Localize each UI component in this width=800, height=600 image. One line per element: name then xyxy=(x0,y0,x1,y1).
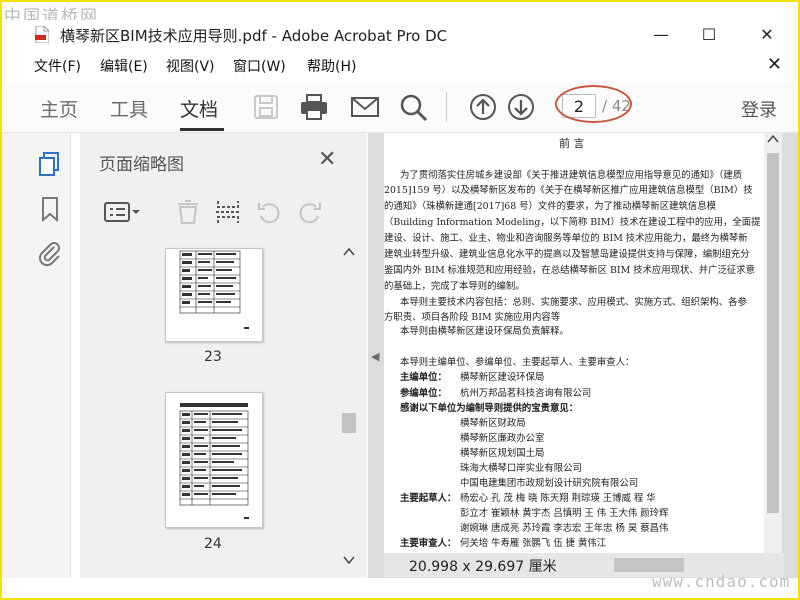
document-scrollbar[interactable] xyxy=(764,133,782,553)
rotate-counterclockwise-icon[interactable] xyxy=(255,199,283,225)
paragraph-line: 建设、设计、施工、业主、物业和咨询服务等单位的 BIM 技术应用能力，最终为横琴… xyxy=(384,233,748,244)
panel-title: 页面缩略图 xyxy=(99,155,184,175)
units-intro: 本导则主编单位、参编单位、主要起草人、主要审查人： xyxy=(400,357,635,368)
paragraph-line: 建筑业转型升级、建筑业信息化水平的提高以及智慧岛建设提供支持与保障，编制组充分 xyxy=(384,249,750,260)
close-panel-button[interactable]: ✕ xyxy=(318,147,336,172)
paragraph-line: 2015]159 号）以及横琴新区发布的《关于在横琴新区推广应用建筑信息模型（B… xyxy=(384,185,753,196)
tab-tools[interactable]: 工具 xyxy=(110,95,148,122)
chief-unit-label: 主编单位： xyxy=(400,372,447,383)
options-menu-icon[interactable] xyxy=(103,199,141,225)
page-thumbnails-icon[interactable] xyxy=(38,151,62,177)
active-tab-indicator xyxy=(180,128,224,131)
extract-page-icon[interactable] xyxy=(214,199,242,225)
document-view: 前 言 为了贯彻落实住房城乡建设部《关于推进建筑信息模型应用指导意见的通知》（建… xyxy=(368,133,798,578)
tab-document[interactable]: 文档 xyxy=(180,95,218,122)
save-icon[interactable] xyxy=(250,92,282,122)
email-icon[interactable] xyxy=(349,92,381,122)
close-document-button[interactable]: ✕ xyxy=(767,54,782,75)
rotate-clockwise-icon[interactable] xyxy=(296,199,324,225)
window-title: 横琴新区BIM技术应用导则.pdf - Adobe Acrobat Pro DC xyxy=(60,27,448,45)
paragraph-line: 的基础上，完成了本导则的编制。 xyxy=(384,281,525,292)
menu-window[interactable]: 窗口(W) xyxy=(233,56,286,76)
previous-page-icon[interactable] xyxy=(467,92,499,122)
pdf-file-icon xyxy=(35,26,49,43)
page-thumbnails-panel: 页面缩略图 ✕ 23 24 xyxy=(80,133,367,578)
watermark-bottom: www.cndao.com xyxy=(652,572,791,591)
minimize-button[interactable]: — xyxy=(638,22,684,46)
drafters-row: 杨宏心 孔 茂 梅 晓 陈天翔 荆琮瑛 王博威 程 华 xyxy=(460,493,656,504)
menu-bar: 文件(F) 编辑(E) 视图(V) 窗口(W) 帮助(H) ✕ xyxy=(2,52,798,78)
paragraph-line: （Building Information Modeling，以下简称 BIM）… xyxy=(384,217,761,228)
paragraph-line: 鉴国内外 BIM 标准规范和应用经验，在总结横琴新区 BIM 技术应用现状、并广… xyxy=(384,265,756,276)
thumbnail-page-content xyxy=(179,250,249,329)
thanks-unit: 珠海大横琴口岸实业有限公司 xyxy=(460,463,582,474)
menu-file[interactable]: 文件(F) xyxy=(34,56,81,76)
drafters-label: 主要起草人： xyxy=(400,493,457,504)
login-button[interactable]: 登录 xyxy=(741,96,777,122)
co-unit-label: 参编单位： xyxy=(400,388,447,399)
main-toolbar: 主页 工具 文档 2 / 42 登录 xyxy=(2,82,798,133)
page-thumbnail-24[interactable] xyxy=(165,392,263,528)
search-icon[interactable] xyxy=(398,92,430,122)
co-unit: 杭州万邦品茗科技咨询有限公司 xyxy=(460,388,592,399)
thanks-unit: 横琴新区规划国土局 xyxy=(460,448,545,459)
paragraph-line: 方职责、项目各阶段 BIM 实施应用内容等 xyxy=(384,312,561,323)
thanks-unit: 横琴新区廉政办公室 xyxy=(460,433,545,444)
panel-toolbar xyxy=(99,197,354,235)
maximize-button[interactable]: ☐ xyxy=(686,22,732,46)
paragraph-line: 本导则主要技术内容包括：总则、实施要求、应用模式、实施方式、组织架构、各参 xyxy=(400,297,747,308)
document-page: 前 言 为了贯彻落实住房城乡建设部《关于推进建筑信息模型应用指导意见的通知》（建… xyxy=(384,133,764,553)
reviewers-label: 主要审查人： xyxy=(400,538,457,549)
drafters-row: 彭立才 崔颖林 黄宇杰 吕慎明 王 伟 王大伟 颜玲辉 xyxy=(460,508,669,519)
tab-home[interactable]: 主页 xyxy=(40,95,78,122)
close-window-button[interactable]: ✕ xyxy=(744,22,790,46)
drafters-row: 谢婉琳 唐成亮 苏玲霞 李志宏 王年忠 杨 昊 蔡昌伟 xyxy=(460,523,669,534)
paragraph-line: 的通知》（珠横新建通[2017]68 号）文件的要求，为了推动横琴新区建筑信息模 xyxy=(384,201,717,212)
delete-page-icon[interactable] xyxy=(174,199,202,225)
thumbnail-page-label: 24 xyxy=(204,536,222,552)
thumbnail-page-label: 23 xyxy=(204,349,222,365)
chief-unit: 横琴新区建设环保局 xyxy=(460,372,545,383)
print-icon[interactable] xyxy=(298,92,330,122)
thumbnail-page-content xyxy=(179,403,249,519)
attachment-icon[interactable] xyxy=(38,241,62,267)
thanks-unit: 中国电建集团市政规划设计研究院有限公司 xyxy=(460,478,639,489)
page-heading: 前 言 xyxy=(559,137,585,150)
bookmark-icon[interactable] xyxy=(38,196,62,222)
menu-view[interactable]: 视图(V) xyxy=(166,56,215,76)
annotation-ellipse xyxy=(555,85,632,123)
thumbnail-scrollbar[interactable] xyxy=(338,245,360,575)
previous-page-arrow-icon[interactable]: ◀ xyxy=(371,350,379,363)
menu-help[interactable]: 帮助(H) xyxy=(307,56,356,76)
next-page-icon[interactable] xyxy=(505,92,537,122)
paragraph-line: 为了贯彻落实住房城乡建设部《关于推进建筑信息模型应用指导意见的通知》（建质 xyxy=(400,170,743,181)
menu-edit[interactable]: 编辑(E) xyxy=(100,56,148,76)
thanks-unit: 横琴新区财政局 xyxy=(460,418,526,429)
page-size-readout: 20.998 x 29.697 厘米 xyxy=(409,559,557,575)
paragraph-line: 本导则由横琴新区建设环保局负责解释。 xyxy=(400,326,569,337)
reviewers: 何关培 牛寿雁 张鹏飞 伍 捷 黄伟江 xyxy=(460,538,607,549)
toolbar-separator xyxy=(446,92,447,122)
thanks-line: 感谢以下单位为编制导则提供的宝贵意见： xyxy=(400,403,579,414)
page-thumbnail-23[interactable] xyxy=(165,248,263,342)
left-navigation-rail xyxy=(2,133,71,578)
horizontal-scrollbar-thumb[interactable] xyxy=(614,558,684,572)
title-bar: 横琴新区BIM技术应用导则.pdf - Adobe Acrobat Pro DC… xyxy=(2,20,798,48)
